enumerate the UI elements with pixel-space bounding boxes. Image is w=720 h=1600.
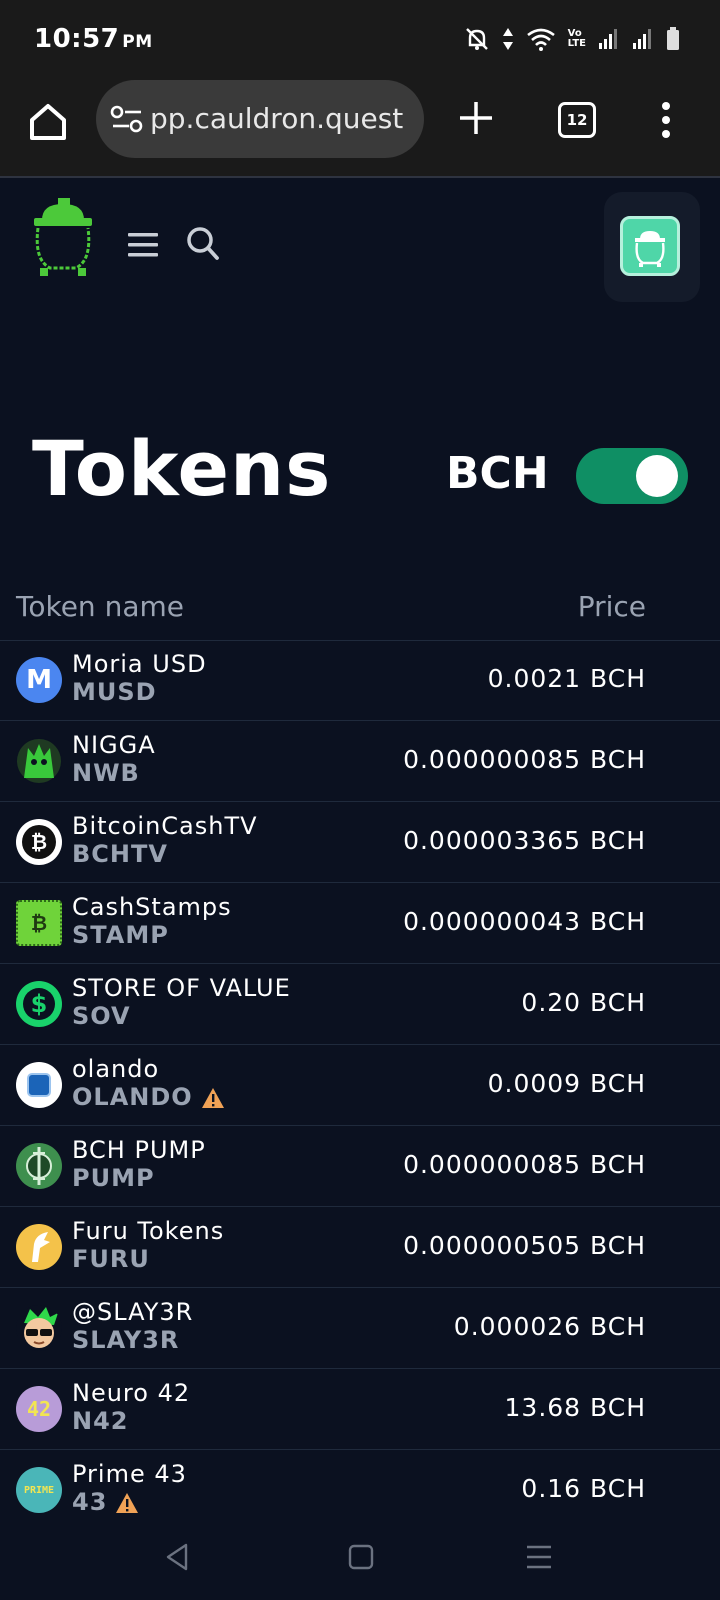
token-row[interactable]: $ STORE OF VALUE SOV 0.20 BCH (0, 964, 720, 1045)
battery-icon (667, 27, 679, 50)
token-price: 0.000000085 BCH (403, 1150, 646, 1179)
token-price: 0.20 BCH (521, 988, 646, 1017)
token-name: Neuro 42 (72, 1379, 191, 1407)
status-bar: 10:57 PM Vo LTE (0, 0, 720, 80)
token-price: 13.68 BCH (504, 1393, 646, 1422)
olando-icon (16, 1062, 62, 1108)
toggle-knob (636, 455, 678, 497)
cauldron-avatar-icon (620, 216, 680, 276)
dollar-icon: $ (16, 981, 62, 1027)
token-row[interactable]: ₿ CashStamps STAMP 0.000000043 BCH (0, 883, 720, 964)
token-symbol: PUMP (72, 1164, 155, 1192)
status-icons: Vo LTE (464, 26, 680, 52)
new-tab-icon[interactable] (458, 100, 494, 136)
token-symbol: BCHTV (72, 840, 168, 868)
n42-icon: 42 (16, 1386, 62, 1432)
token-row[interactable]: Furu Tokens FURU 0.000000505 BCH (0, 1207, 720, 1288)
token-price: 0.000000085 BCH (403, 745, 646, 774)
pump-icon (16, 1143, 62, 1189)
column-header-price[interactable]: Price (578, 590, 646, 623)
warning-icon[interactable] (201, 1087, 225, 1109)
token-row[interactable]: M Moria USD MUSD 0.0021 BCH (0, 640, 720, 721)
token-name: BitcoinCashTV (72, 812, 258, 840)
volte-icon: Vo LTE (567, 28, 586, 49)
status-time: 10:57 PM (34, 24, 153, 54)
currency-toggle[interactable] (576, 448, 688, 504)
prime43-icon: PRIME (16, 1467, 62, 1513)
token-symbol: SLAY3R (72, 1326, 180, 1354)
currency-label: BCH (446, 448, 549, 499)
token-row[interactable]: NIGGA NWB 0.000000085 BCH (0, 721, 720, 802)
token-symbol: N42 (72, 1407, 129, 1435)
nwb-icon (16, 738, 62, 784)
signal-icon (599, 29, 617, 49)
token-row[interactable]: olando OLANDO 0.0009 BCH (0, 1045, 720, 1126)
token-list: M Moria USD MUSD 0.0021 BCH NIGGA NWB 0.… (0, 640, 720, 1530)
cauldron-logo-icon[interactable] (28, 198, 98, 280)
back-icon[interactable] (164, 1542, 190, 1572)
token-row[interactable]: BCH PUMP PUMP 0.000000085 BCH (0, 1126, 720, 1207)
home-nav-icon[interactable] (348, 1544, 374, 1570)
token-symbol: FURU (72, 1245, 150, 1273)
token-symbol: SOV (72, 1002, 131, 1030)
browser-toolbar: pp.cauldron.quest 12 (0, 80, 720, 178)
hamburger-menu-icon[interactable] (128, 232, 158, 258)
token-name: STORE OF VALUE (72, 974, 291, 1002)
token-row[interactable]: 42 Neuro 42 N42 13.68 BCH (0, 1369, 720, 1450)
page-title: Tokens (32, 424, 332, 513)
token-symbol: MUSD (72, 678, 157, 706)
token-price: 0.000000505 BCH (403, 1231, 646, 1260)
wifi-icon (526, 28, 555, 51)
token-symbol: 43 (72, 1488, 139, 1516)
recents-icon[interactable] (526, 1544, 552, 1570)
url-text[interactable]: pp.cauldron.quest (150, 102, 412, 135)
table-header: Token name Price (0, 580, 720, 641)
bchtv-icon: ₿ (16, 819, 62, 865)
token-row[interactable]: ₿ BitcoinCashTV BCHTV 0.000003365 BCH (0, 802, 720, 883)
stamp-icon: ₿ (16, 900, 62, 946)
furu-icon (16, 1224, 62, 1270)
token-name: Prime 43 (72, 1460, 187, 1488)
token-price: 0.000000043 BCH (403, 907, 646, 936)
token-price: 0.16 BCH (521, 1474, 646, 1503)
token-name: Furu Tokens (72, 1217, 225, 1245)
token-name: olando (72, 1055, 160, 1083)
token-name: @SLAY3R (72, 1298, 194, 1326)
moria-icon: M (16, 657, 62, 703)
warning-icon[interactable] (115, 1492, 139, 1514)
column-header-token-name[interactable]: Token name (16, 590, 184, 623)
token-price: 0.0021 BCH (487, 664, 646, 693)
token-row[interactable]: @SLAY3R SLAY3R 0.000026 BCH (0, 1288, 720, 1369)
overflow-menu-icon[interactable] (660, 100, 672, 140)
token-name: NIGGA (72, 731, 156, 759)
site-settings-icon[interactable] (110, 104, 144, 134)
token-price: 0.0009 BCH (487, 1069, 646, 1098)
search-icon[interactable] (186, 226, 220, 262)
signal-icon (633, 29, 651, 49)
slay3r-icon (16, 1305, 62, 1351)
mute-bell-icon (465, 28, 488, 50)
account-button[interactable] (604, 192, 700, 302)
token-symbol: NWB (72, 759, 140, 787)
token-name: Moria USD (72, 650, 207, 678)
token-name: BCH PUMP (72, 1136, 206, 1164)
tab-switcher-button[interactable]: 12 (558, 102, 596, 138)
system-nav-bar (0, 1516, 720, 1600)
data-arrows-icon (502, 28, 513, 50)
token-name: CashStamps (72, 893, 232, 921)
token-price: 0.000003365 BCH (403, 826, 646, 855)
home-icon[interactable] (24, 98, 72, 146)
token-symbol: STAMP (72, 921, 169, 949)
token-price: 0.000026 BCH (453, 1312, 646, 1341)
token-symbol: OLANDO (72, 1083, 225, 1111)
